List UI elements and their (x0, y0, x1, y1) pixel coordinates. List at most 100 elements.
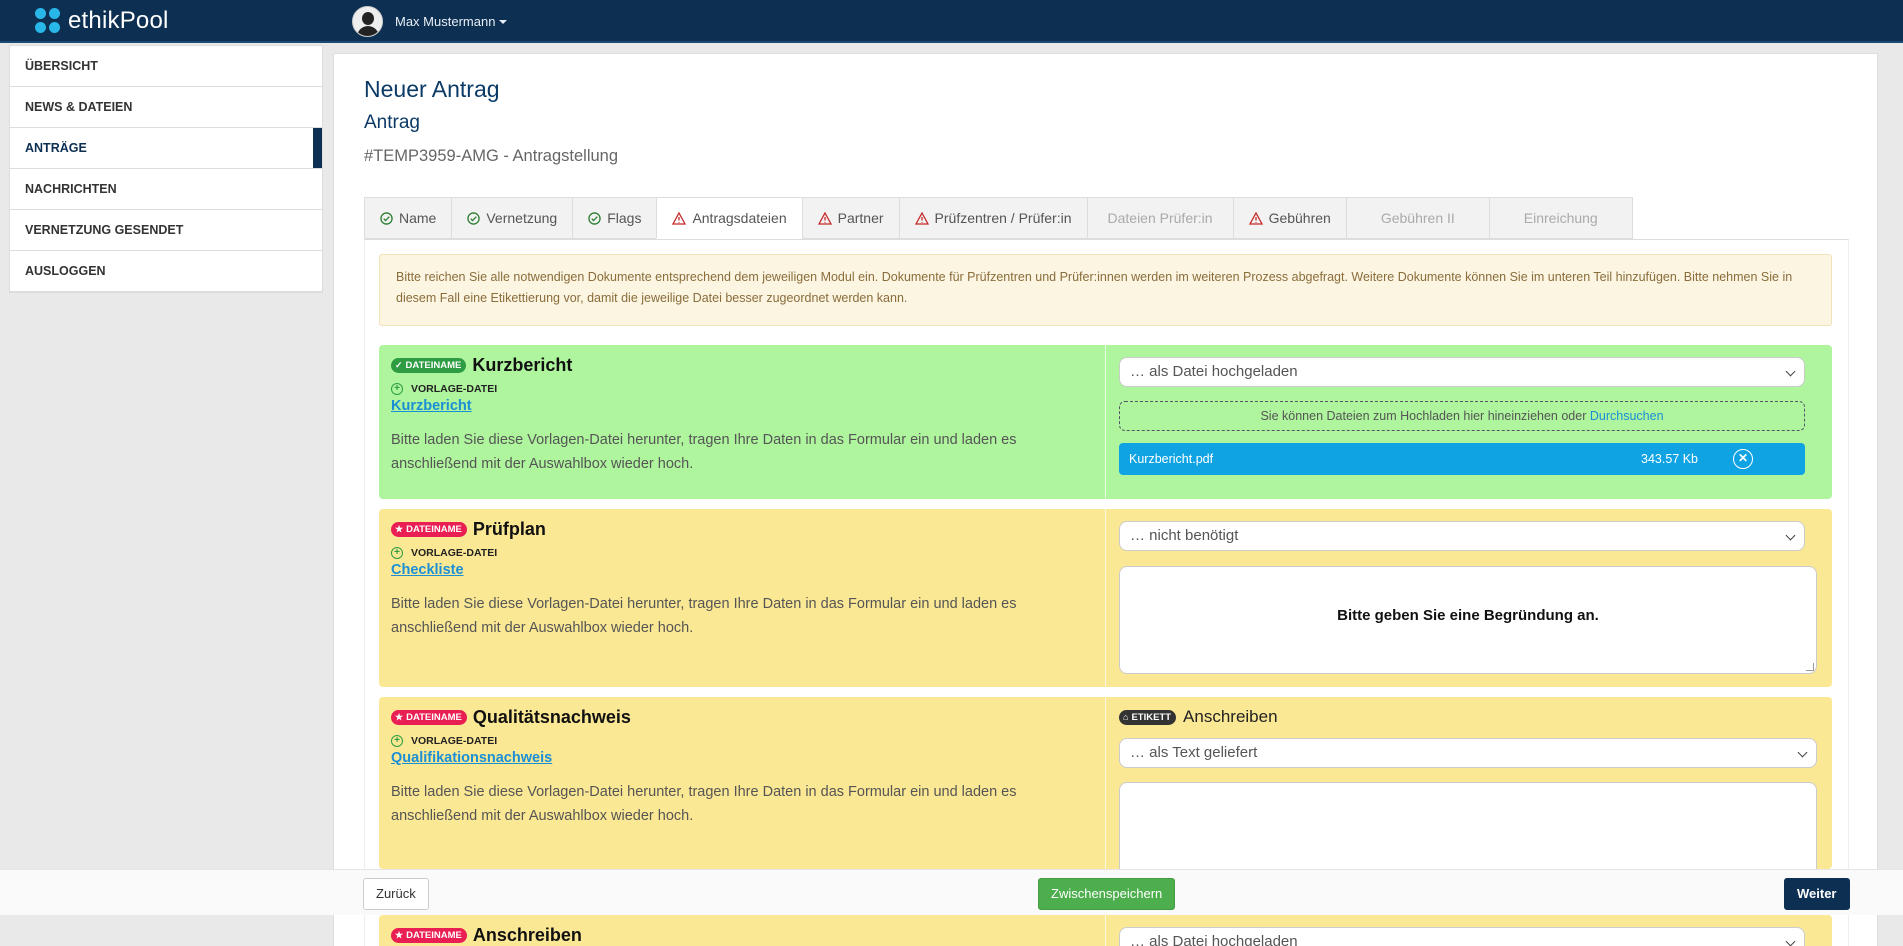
avatar (352, 6, 383, 37)
tag-badge: ⌂ ETIKETT (1119, 709, 1177, 725)
plus-circle-icon: + (391, 735, 403, 747)
top-navbar: ethikPool Max Mustermann (0, 0, 1903, 43)
upload-mode-select[interactable]: … als Datei hochgeladen (1119, 357, 1805, 387)
upload-mode-select[interactable]: … als Text geliefert (1119, 738, 1817, 768)
chevron-down-icon (1785, 530, 1796, 541)
check-icon: ✓ (395, 360, 403, 370)
uploaded-file: Kurzbericht.pdf 343.57 Kb ✕ (1119, 443, 1805, 475)
template-description: Bitte laden Sie diese Vorlagen-Datei her… (391, 432, 1017, 472)
sidebar: ÜBERSICHT NEWS & DATEIEN ANTRÄGE NACHRIC… (9, 45, 323, 293)
template-description: Bitte laden Sie diese Vorlagen-Datei her… (391, 596, 1017, 636)
text-content-textarea[interactable] (1119, 782, 1817, 882)
sidebar-item-antraege[interactable]: ANTRÄGE (10, 128, 322, 169)
textarea-placeholder: Bitte geben Sie eine Begründung an. (1337, 607, 1599, 624)
page-subtitle: Antrag (364, 112, 420, 133)
info-alert: Bitte reichen Sie alle notwendigen Dokum… (379, 254, 1832, 326)
document-card-pruefplan: ★ DATEINAME Prüfplan + VORLAGE-DATEI Check… (379, 509, 1832, 687)
warning-icon (914, 211, 929, 225)
chevron-down-icon (1785, 936, 1796, 946)
remove-file-icon[interactable]: ✕ (1733, 449, 1753, 469)
sidebar-item-uebersicht[interactable]: ÜBERSICHT (10, 46, 322, 87)
card-title: ★ DATEINAME Anschreiben (391, 925, 582, 946)
caret-down-icon (499, 19, 508, 24)
user-name: Max Mustermann (395, 14, 496, 29)
sidebar-item-vernetzung-gesendet[interactable]: VERNETZUNG GESENDET (10, 210, 322, 251)
next-button[interactable]: Weiter (1784, 878, 1850, 910)
template-label: + VORLAGE-DATEI (391, 547, 497, 559)
app-logo[interactable]: ethikPool (34, 7, 169, 35)
warning-icon (672, 211, 687, 225)
reason-textarea[interactable]: Bitte geben Sie eine Begründung an. (1119, 566, 1817, 674)
tab-label: Partner (837, 210, 884, 226)
tab-flags[interactable]: Flags (572, 197, 657, 239)
tab-gebuehren[interactable]: Gebühren (1232, 197, 1346, 239)
check-circle-icon (467, 211, 481, 225)
filename-badge: ★ DATEINAME (391, 710, 467, 725)
back-button[interactable]: Zurück (363, 878, 429, 910)
check-circle-icon (380, 211, 393, 225)
chevron-down-icon (1785, 366, 1796, 377)
tab-einreichung: Einreichung (1488, 197, 1633, 239)
tab-dateien-pruefer: Dateien Prüfer:in (1086, 197, 1233, 239)
filename-badge: ★ DATEINAME (391, 928, 467, 943)
warning-icon (817, 211, 832, 225)
tab-partner[interactable]: Partner (801, 197, 899, 239)
sidebar-item-news-dateien[interactable]: NEWS & DATEIEN (10, 87, 322, 128)
template-download-link[interactable]: Kurzbericht (391, 398, 472, 414)
resize-handle[interactable] (1806, 663, 1814, 671)
upload-mode-select[interactable]: … nicht benötigt (1119, 521, 1805, 551)
tab-vernetzung[interactable]: Vernetzung (451, 197, 573, 239)
template-label: + VORLAGE-DATEI (391, 383, 497, 395)
application-reference: #TEMP3959-AMG - Antragstellung (364, 147, 619, 165)
template-download-link[interactable]: Qualifikationsnachweis (391, 750, 552, 766)
file-size: 343.57 Kb (1641, 452, 1698, 466)
tab-label: Gebühren II (1380, 210, 1455, 226)
card-title: ★ DATEINAME Prüfplan (391, 519, 546, 540)
asterisk-icon: ★ (395, 524, 404, 534)
tab-label: Name (399, 210, 437, 226)
file-dropzone[interactable]: Sie können Dateien zum Hochladen hier hi… (1119, 401, 1805, 431)
filename-badge: ✓ DATEINAME (391, 358, 467, 373)
template-download-link[interactable]: Checkliste (391, 562, 464, 578)
logo-icon (34, 7, 62, 35)
sidebar-item-nachrichten[interactable]: NACHRICHTEN (10, 169, 322, 210)
save-draft-button[interactable]: Zwischenspeichern (1038, 878, 1176, 910)
plus-circle-icon: + (391, 547, 403, 559)
tab-antragsdateien[interactable]: Antragsdateien (656, 197, 802, 239)
tag-icon: ⌂ (1123, 712, 1129, 722)
asterisk-icon: ★ (395, 930, 404, 940)
document-card-anschreiben: ★ DATEINAME Anschreiben … als Datei hochg… (379, 915, 1832, 946)
user-menu[interactable]: Max Mustermann (352, 6, 508, 37)
warning-icon (1248, 211, 1263, 225)
asterisk-icon: ★ (395, 712, 404, 722)
sidebar-item-ausloggen[interactable]: AUSLOGGEN (10, 251, 322, 292)
browse-link[interactable]: Durchsuchen (1590, 409, 1664, 423)
tab-label: Prüfzentren / Prüfer:in (934, 210, 1072, 226)
tab-label: Einreichung (1523, 210, 1598, 226)
tab-label: Vernetzung (486, 210, 558, 226)
check-circle-icon (588, 211, 601, 225)
file-name: Kurzbericht.pdf (1129, 452, 1214, 466)
tab-label: Dateien Prüfer:in (1107, 210, 1213, 226)
form-footer: Zurück Zwischenspeichern Weiter (0, 869, 1903, 915)
tab-pruefzentren[interactable]: Prüfzentren / Prüfer:in (898, 197, 1087, 239)
card-title: ★ DATEINAME Qualitätsnachweis (391, 707, 631, 728)
upload-mode-select[interactable]: … als Datei hochgeladen (1119, 927, 1805, 946)
tab-label: Flags (607, 210, 642, 226)
chevron-down-icon (1797, 747, 1808, 758)
tab-name[interactable]: Name (364, 197, 452, 239)
tag-title: ⌂ ETIKETT Anschreiben (1119, 707, 1278, 727)
app-name: ethikPool (68, 7, 169, 34)
card-title: ✓ DATEINAME Kurzbericht (391, 355, 572, 376)
document-card-qualitaetsnachweis: ★ DATEINAME Qualitätsnachweis + VORLAGE-DA… (379, 697, 1832, 882)
page-title: Neuer Antrag (364, 76, 500, 102)
template-description: Bitte laden Sie diese Vorlagen-Datei her… (391, 784, 1017, 824)
filename-badge: ★ DATEINAME (391, 522, 467, 537)
plus-circle-icon: + (391, 383, 403, 395)
step-tabs: Name Vernetzung Flags Antragsdateien Par… (364, 197, 1633, 239)
document-card-kurzbericht: ✓ DATEINAME Kurzbericht + VORLAGE-DATEI Ku… (379, 345, 1832, 499)
tab-label: Antragsdateien (692, 210, 787, 226)
tab-label: Gebühren (1268, 210, 1331, 226)
tab-gebuehren-ii: Gebühren II (1345, 197, 1489, 239)
template-label: + VORLAGE-DATEI (391, 735, 497, 747)
